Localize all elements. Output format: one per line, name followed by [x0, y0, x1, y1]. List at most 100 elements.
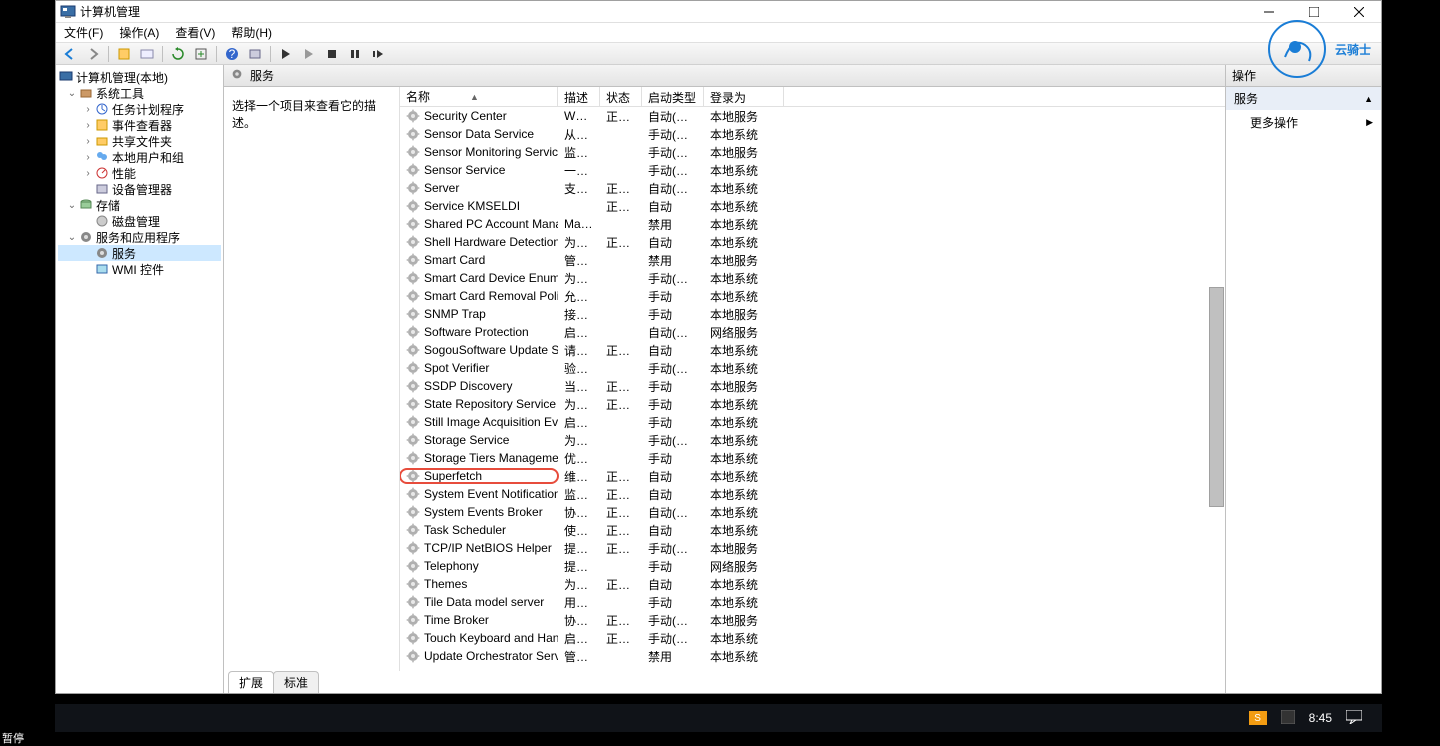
col-name[interactable]: 名称▲ — [400, 87, 558, 106]
menu-help[interactable]: 帮助(H) — [231, 24, 272, 41]
service-row[interactable]: Storage Tiers Management优化...手动本地系统 — [400, 449, 1225, 467]
service-row[interactable]: Themes为用...正在...自动本地系统 — [400, 575, 1225, 593]
refresh-button[interactable] — [168, 45, 188, 63]
service-row[interactable]: Security CenterWSC...正在...自动(延迟...本地服务 — [400, 107, 1225, 125]
actions-pane: 操作 服务 ▲ 更多操作 ▶ — [1226, 65, 1381, 693]
tb-icon-1[interactable] — [114, 45, 134, 63]
tree-item[interactable]: ›事件查看器 — [58, 117, 221, 133]
navigation-tree[interactable]: 计算机管理(本地) ⌄系统工具›任务计划程序›事件查看器›共享文件夹›本地用户和… — [56, 65, 224, 693]
service-row[interactable]: Smart Card Removal Policy允许...手动本地系统 — [400, 287, 1225, 305]
service-row[interactable]: Smart Card Device Enumer...为给...手动(触发...… — [400, 269, 1225, 287]
service-row[interactable]: Update Orchestrator Service管理 ...禁用本地系统 — [400, 647, 1225, 665]
service-row[interactable]: Shared PC Account ManagerMan...禁用本地系统 — [400, 215, 1225, 233]
footer-status: 暂停 — [2, 730, 24, 746]
service-row[interactable]: System Event Notification S...监视...正在...… — [400, 485, 1225, 503]
more-actions[interactable]: 更多操作 ▶ — [1226, 110, 1381, 135]
tree-item[interactable]: ›本地用户和组 — [58, 149, 221, 165]
menu-file[interactable]: 文件(F) — [64, 24, 103, 41]
ime-indicator[interactable]: S — [1249, 711, 1267, 725]
toolbar: ? — [56, 43, 1381, 65]
clock[interactable]: 8:45 — [1309, 711, 1332, 725]
service-row[interactable]: Task Scheduler使用...正在...自动本地系统 — [400, 521, 1225, 539]
service-row[interactable]: Sensor Monitoring Service监视...手动(触发...本地… — [400, 143, 1225, 161]
tree-group[interactable]: ⌄存储 — [58, 197, 221, 213]
service-row[interactable]: SSDP Discovery当发...正在...手动本地服务 — [400, 377, 1225, 395]
main-window: 计算机管理 文件(F) 操作(A) 查看(V) 帮助(H) ? 计算机管理 — [55, 0, 1382, 694]
view-tabs: 扩展 标准 — [224, 671, 1225, 693]
service-row[interactable]: Touch Keyboard and Hand...启用...正在...手动(触… — [400, 629, 1225, 647]
service-row[interactable]: Still Image Acquisition Events启动...手动本地系… — [400, 413, 1225, 431]
actions-header: 操作 — [1226, 65, 1381, 87]
action-center[interactable] — [1346, 710, 1362, 727]
center-header: 服务 — [224, 65, 1225, 87]
scrollbar-thumb[interactable] — [1209, 287, 1224, 507]
service-row[interactable]: System Events Broker协调...正在...自动(触发...本地… — [400, 503, 1225, 521]
window-title: 计算机管理 — [80, 3, 1246, 20]
description-pane: 选择一个项目来查看它的描述。 — [224, 87, 400, 671]
service-row[interactable]: Spot Verifier验证...手动(触发...本地系统 — [400, 359, 1225, 377]
stop-button[interactable] — [322, 45, 342, 63]
menu-view[interactable]: 查看(V) — [175, 24, 215, 41]
menubar: 文件(F) 操作(A) 查看(V) 帮助(H) — [56, 23, 1381, 43]
tree-item[interactable]: WMI 控件 — [58, 261, 221, 277]
maximize-button[interactable] — [1291, 1, 1336, 23]
actions-section: 服务 ▲ — [1226, 87, 1381, 110]
tab-standard[interactable]: 标准 — [273, 671, 319, 693]
service-row[interactable]: Sensor Service一项...手动(触发...本地系统 — [400, 161, 1225, 179]
menu-action[interactable]: 操作(A) — [119, 24, 159, 41]
play-button[interactable] — [276, 45, 296, 63]
service-row[interactable]: Time Broker协调...正在...手动(触发...本地服务 — [400, 611, 1225, 629]
tree-item[interactable]: 服务 — [58, 245, 221, 261]
chevron-right-icon: ▶ — [1366, 117, 1373, 128]
col-logon[interactable]: 登录为 — [704, 87, 784, 106]
service-row[interactable]: Superfetch维护...正在...自动本地系统 — [400, 467, 1225, 485]
tree-item[interactable]: ›性能 — [58, 165, 221, 181]
tree-group[interactable]: ⌄系统工具 — [58, 85, 221, 101]
service-row[interactable]: SNMP Trap接收...手动本地服务 — [400, 305, 1225, 323]
service-row[interactable]: Server支持...正在...自动(触发...本地系统 — [400, 179, 1225, 197]
tray-icon[interactable] — [1281, 710, 1295, 727]
service-row[interactable]: Telephony提供...手动网络服务 — [400, 557, 1225, 575]
export-button[interactable] — [191, 45, 211, 63]
service-row[interactable]: TCP/IP NetBIOS Helper提供 ...正在...手动(触发...… — [400, 539, 1225, 557]
service-row[interactable]: Storage Service为存...手动(触发...本地系统 — [400, 431, 1225, 449]
service-row[interactable]: Software Protection启用 ...自动(延迟...网络服务 — [400, 323, 1225, 341]
col-status[interactable]: 状态 — [600, 87, 642, 106]
back-button[interactable] — [60, 45, 80, 63]
taskbar[interactable]: S 8:45 — [55, 704, 1382, 732]
service-row[interactable]: SogouSoftware Update Ser...请确...正在...自动本… — [400, 341, 1225, 359]
computer-icon — [58, 69, 74, 85]
center-title: 服务 — [250, 67, 274, 84]
svg-text:?: ? — [229, 47, 236, 61]
tree-item[interactable]: ›共享文件夹 — [58, 133, 221, 149]
service-row[interactable]: Smart Card管理...禁用本地服务 — [400, 251, 1225, 269]
tree-item[interactable]: 磁盘管理 — [58, 213, 221, 229]
service-row[interactable]: State Repository Service为应...正在...手动本地系统 — [400, 395, 1225, 413]
service-row[interactable]: Tile Data model server用于...手动本地系统 — [400, 593, 1225, 611]
gear-icon — [230, 67, 250, 84]
col-desc[interactable]: 描述 — [558, 87, 600, 106]
service-row[interactable]: Shell Hardware Detection为自...正在...自动本地系统 — [400, 233, 1225, 251]
help-button[interactable]: ? — [222, 45, 242, 63]
tree-group[interactable]: ⌄服务和应用程序 — [58, 229, 221, 245]
service-row[interactable]: Service KMSELDI正在...自动本地系统 — [400, 197, 1225, 215]
restart-button[interactable] — [368, 45, 388, 63]
tb-icon-3[interactable] — [245, 45, 265, 63]
collapse-icon[interactable]: ▲ — [1364, 94, 1373, 104]
pause-button[interactable] — [345, 45, 365, 63]
service-row[interactable]: Sensor Data Service从各...手动(触发...本地系统 — [400, 125, 1225, 143]
play-button-2[interactable] — [299, 45, 319, 63]
tab-extended[interactable]: 扩展 — [228, 671, 274, 693]
tree-item[interactable]: 设备管理器 — [58, 181, 221, 197]
tree-item[interactable]: ›任务计划程序 — [58, 101, 221, 117]
col-startup[interactable]: 启动类型 — [642, 87, 704, 106]
tb-icon-2[interactable] — [137, 45, 157, 63]
forward-button[interactable] — [83, 45, 103, 63]
services-list[interactable]: 名称▲ 描述 状态 启动类型 登录为 Security CenterWSC...… — [400, 87, 1225, 671]
tree-root[interactable]: 计算机管理(本地) — [76, 69, 168, 86]
app-icon — [60, 4, 76, 20]
close-button[interactable] — [1336, 1, 1381, 23]
titlebar[interactable]: 计算机管理 — [56, 1, 1381, 23]
list-header[interactable]: 名称▲ 描述 状态 启动类型 登录为 — [400, 87, 1225, 107]
minimize-button[interactable] — [1246, 1, 1291, 23]
